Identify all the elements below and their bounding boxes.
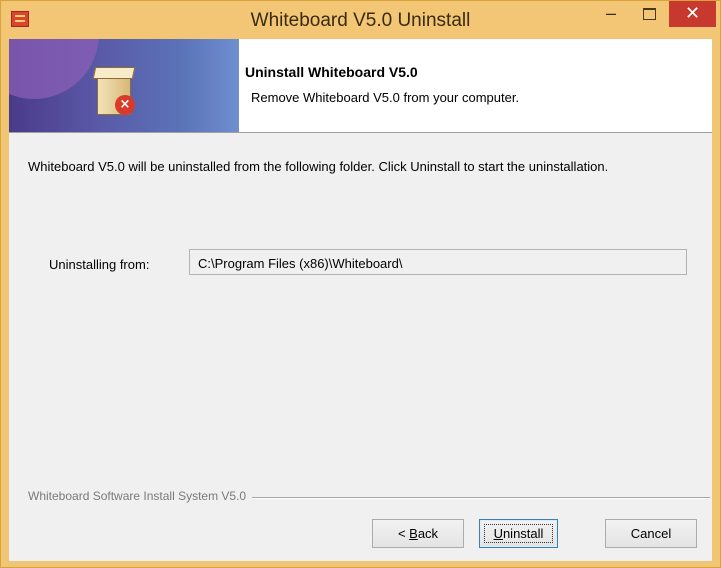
back-prefix: < (397, 526, 410, 541)
maximize-icon (643, 8, 656, 20)
uninstall-button[interactable]: Uninstall (479, 519, 558, 548)
close-button[interactable]: ✕ (669, 1, 716, 27)
header-banner: × Uninstall Whiteboard V5.0 Remove White… (9, 39, 712, 133)
focus-rect (484, 524, 553, 543)
back-button[interactable]: < Back (372, 519, 464, 548)
uninstall-box-icon: × (92, 65, 136, 115)
uninstall-from-label: Uninstalling from: (49, 257, 150, 272)
remove-x-icon: × (115, 95, 135, 115)
maximize-button[interactable] (631, 3, 667, 27)
installer-branding: Whiteboard Software Install System V5.0 (28, 489, 253, 503)
back-accelerator: B (409, 526, 418, 541)
title-bar[interactable]: Whiteboard V5.0 Uninstall – ✕ (1, 1, 720, 39)
header-subtitle: Remove Whiteboard V5.0 from your compute… (251, 90, 520, 105)
uninstall-window: Whiteboard V5.0 Uninstall – ✕ × Uninstal… (0, 0, 721, 568)
box-lid-icon (92, 67, 136, 79)
header-art: × (9, 39, 239, 132)
header-title: Uninstall Whiteboard V5.0 (245, 64, 418, 80)
dialog-client: × Uninstall Whiteboard V5.0 Remove White… (9, 39, 712, 561)
back-label-rest: ack (417, 526, 439, 541)
intro-text: Whiteboard V5.0 will be uninstalled from… (28, 159, 609, 174)
uninstall-folder-field: C:\Program Files (x86)\Whiteboard\ (189, 249, 687, 275)
minimize-button[interactable]: – (593, 3, 629, 27)
cancel-button[interactable]: Cancel (605, 519, 697, 548)
